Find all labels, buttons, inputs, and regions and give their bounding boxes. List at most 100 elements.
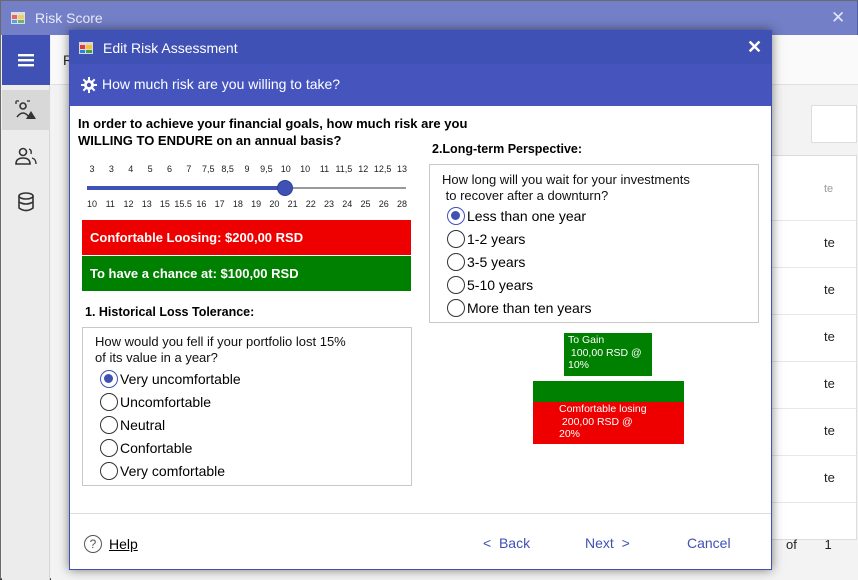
radio-button[interactable] — [447, 253, 465, 271]
slider-tick-label: 21 — [287, 199, 298, 209]
gain-box-line: 10% — [568, 359, 590, 371]
q1-option-label: Uncomfortable — [120, 394, 212, 410]
slider-tick-label: 11 — [105, 199, 115, 209]
slider-tick-label: 9,5 — [260, 164, 273, 174]
q2-option[interactable]: 5-10 years — [447, 276, 533, 294]
pager: of 1 — [786, 537, 832, 552]
dialog-subtitle: How much risk are you willing to take? — [102, 76, 341, 92]
main-window-title: Risk Score — [35, 10, 103, 26]
slider-tick-label: 16 — [196, 199, 207, 209]
radio-button[interactable] — [100, 370, 118, 388]
radio-button[interactable] — [100, 439, 118, 457]
slider-tick-label: 7,5 — [201, 164, 215, 174]
gain-band: To have a chance at: $100,00 RSD — [82, 256, 411, 291]
app-icon — [11, 12, 25, 24]
q2-option[interactable]: More than ten years — [447, 299, 592, 317]
radio-button[interactable] — [447, 299, 465, 317]
edit-risk-dialog: Edit Risk Assessment ✕ How much risk are… — [69, 30, 772, 570]
slider-tick-label: 3 — [89, 164, 95, 174]
lose-box-line: Comfortable losing — [559, 403, 647, 415]
pager-total: 1 — [824, 537, 832, 552]
q1-option-label: Very comfortable — [120, 463, 226, 479]
q2-question-line2: to recover after a downturn? — [442, 188, 609, 203]
table-cell: te — [824, 235, 835, 250]
slider-tick-label: 19 — [251, 199, 262, 209]
q2-option-label: 5-10 years — [467, 277, 534, 293]
q2-option-label: Less than one year — [467, 208, 587, 224]
gain-box: To Gain 100,00 RSD @ 10% — [564, 333, 652, 376]
slider-tick-label: 15 — [159, 199, 170, 209]
slider-tick-label: 20 — [269, 199, 280, 209]
q1-option[interactable]: Very uncomfortable — [100, 370, 241, 388]
lose-box-line: 20% — [559, 428, 581, 440]
losing-band: Confortable Loosing: $200,00 RSD — [82, 220, 411, 255]
main-question-line1: In order to achieve your financial goals… — [78, 116, 468, 131]
slider-tick-label: 11 — [319, 164, 330, 174]
q1-option[interactable]: Uncomfortable — [100, 393, 211, 411]
q2-question: How long will you wait for your investme… — [442, 172, 690, 204]
slider-tick-label: 17 — [214, 199, 225, 209]
radio-button[interactable] — [100, 416, 118, 434]
slider-tick-label: 26 — [378, 199, 389, 209]
help-icon: ? — [84, 535, 102, 553]
slider-tick-label: 6 — [166, 164, 173, 174]
q1-option-label: Neutral — [120, 417, 166, 433]
hamburger-menu-button[interactable] — [2, 35, 50, 85]
bg-table: te te te te te te te — [771, 155, 858, 540]
footer-divider — [70, 513, 771, 514]
back-button[interactable]: < Back — [483, 535, 530, 551]
q1-option[interactable]: Neutral — [100, 416, 165, 434]
q1-question-line2: of its value in a year? — [95, 350, 218, 365]
q2-option-label: 1-2 years — [467, 231, 526, 247]
slider-tick-label: 4 — [128, 164, 134, 174]
gear-icon — [81, 77, 97, 93]
slider-tick-label: 13 — [396, 164, 408, 174]
q2-option[interactable]: Less than one year — [447, 207, 586, 225]
radio-button[interactable] — [100, 462, 118, 480]
radio-button[interactable] — [100, 393, 118, 411]
radio-button[interactable] — [447, 207, 465, 225]
slider-tick-label: 9 — [244, 164, 250, 174]
table-header-cell: te — [824, 183, 834, 195]
q2-option-label: 3-5 years — [467, 254, 526, 270]
table-cell: te — [824, 329, 835, 344]
slider-tick-label: 7 — [186, 164, 192, 174]
sidebar-item-clients[interactable] — [2, 136, 50, 176]
slider-tick-label: 12,5 — [373, 164, 392, 174]
q1-option[interactable]: Very comfortable — [100, 462, 225, 480]
dialog-app-icon — [79, 42, 93, 54]
q1-question-line1: How would you fell if your portfolio los… — [95, 334, 346, 349]
sidebar-item-risk[interactable] — [2, 90, 50, 130]
slider-tick-label: 25 — [360, 199, 371, 209]
slider-tick-label: 10 — [280, 164, 291, 174]
dialog-titlebar: Edit Risk Assessment ✕ — [70, 31, 771, 64]
gain-bar — [533, 381, 684, 402]
cancel-button[interactable]: Cancel — [687, 535, 731, 551]
next-button[interactable]: Next > — [585, 535, 630, 551]
q1-title: 1. Historical Loss Tolerance: — [85, 305, 255, 319]
main-close-icon[interactable]: ✕ — [831, 8, 845, 28]
slider-tick-label: 12 — [123, 199, 134, 209]
hamburger-icon — [18, 54, 34, 67]
risk-slider-fill — [87, 186, 285, 190]
slider-tick-label: 5 — [147, 164, 153, 174]
help-button[interactable]: ? Help — [84, 535, 138, 553]
slider-tick-label: 18 — [232, 199, 243, 209]
sidebar-item-database[interactable] — [2, 182, 50, 222]
dialog-subheader: How much risk are you willing to take? — [70, 64, 771, 106]
q2-option-label: More than ten years — [467, 300, 592, 316]
table-cell: te — [824, 470, 835, 485]
q1-option-label: Very uncomfortable — [120, 371, 241, 387]
dialog-close-icon[interactable]: ✕ — [747, 37, 762, 58]
q2-option[interactable]: 3-5 years — [447, 253, 525, 271]
q2-question-line1: How long will you wait for your investme… — [442, 172, 690, 187]
q1-option[interactable]: Confortable — [100, 439, 192, 457]
slider-tick-label: 13 — [141, 199, 152, 209]
radio-button[interactable] — [447, 276, 465, 294]
q2-option[interactable]: 1-2 years — [447, 230, 525, 248]
risk-slider-thumb[interactable] — [276, 180, 293, 196]
slider-tick-label: 10 — [86, 199, 98, 209]
radio-button[interactable] — [447, 230, 465, 248]
slider-tick-label: 22 — [305, 199, 316, 209]
slider-tick-label: 10 — [300, 164, 311, 174]
